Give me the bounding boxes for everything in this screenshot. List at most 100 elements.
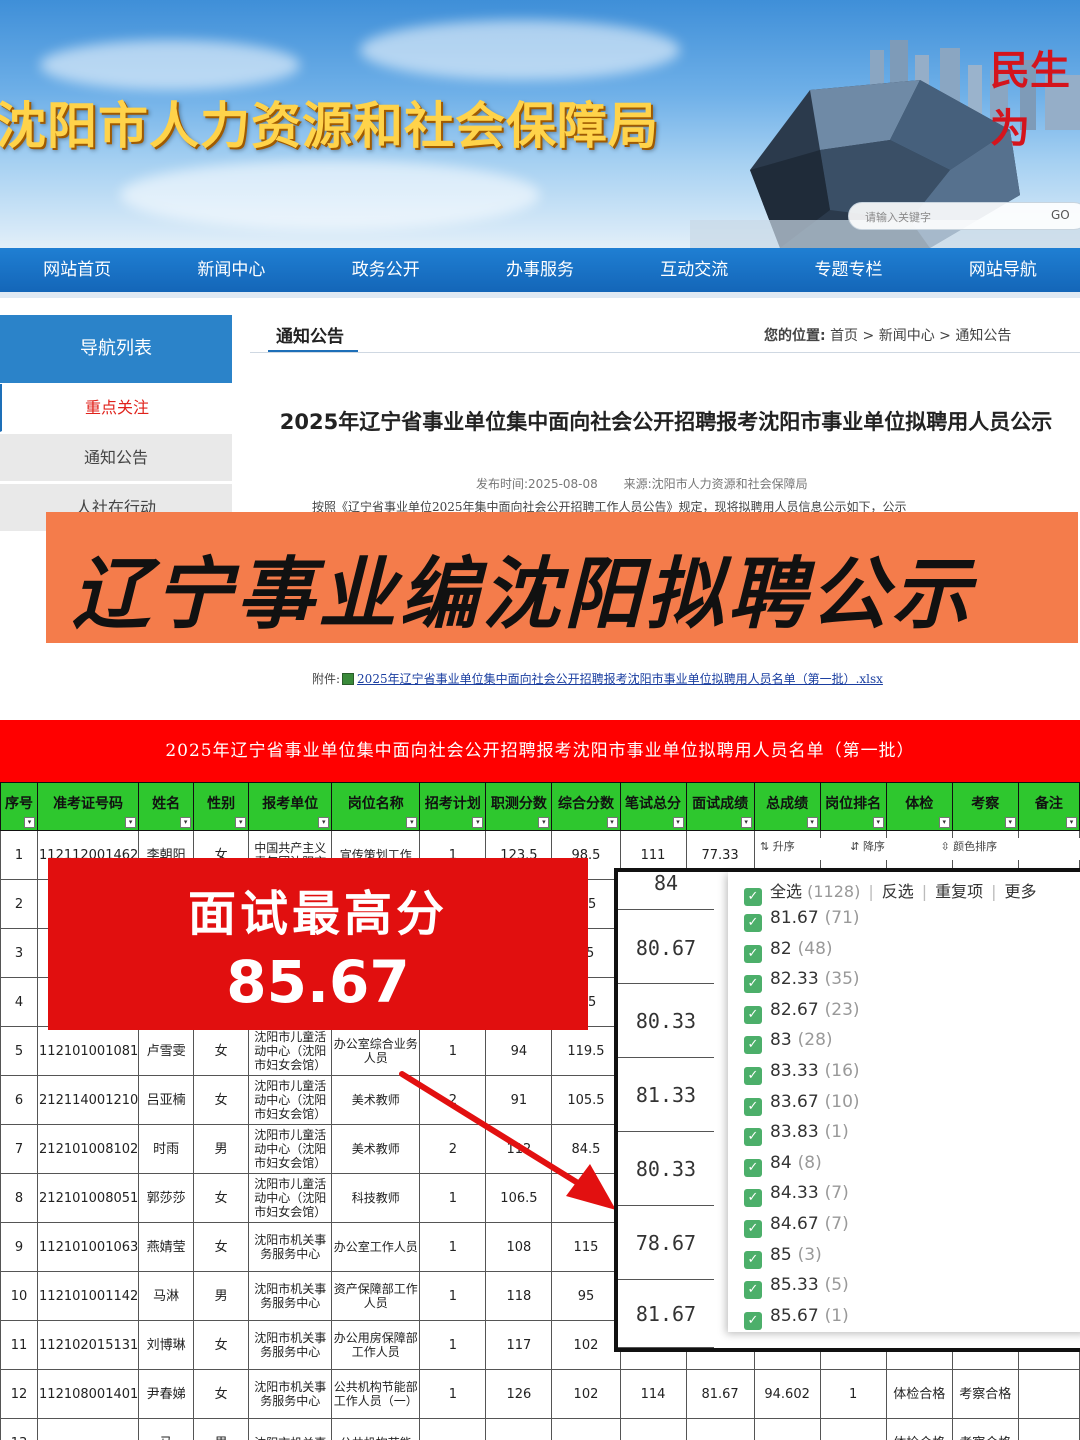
filter-option[interactable]: ✓ 83 (28) <box>744 1030 833 1055</box>
cell-seq[interactable]: 3 <box>0 928 39 978</box>
cell-seq[interactable]: 10 <box>0 1271 39 1321</box>
cell-seq[interactable]: 12 <box>0 1369 39 1419</box>
cell-plan[interactable]: 1 <box>419 1222 487 1272</box>
filter-option[interactable]: ✓ 83.83 (1) <box>744 1122 849 1147</box>
cell-exam-id[interactable]: 1121020151310 <box>37 1320 140 1370</box>
cell-medical[interactable]: 体检合格 <box>885 1418 953 1440</box>
cell-exam-id[interactable] <box>37 1418 140 1440</box>
sort-color-button[interactable]: ⇳ 颜色排序 <box>940 840 1023 853</box>
cell-exam-id[interactable]: 1121010011424 <box>37 1271 140 1321</box>
column-header-total-score[interactable]: 总成绩 ▾ <box>753 782 821 831</box>
filter-dropdown-icon[interactable]: ▾ <box>740 817 752 828</box>
cell-exam-id[interactable]: 2121010080513 <box>37 1173 140 1223</box>
cell-plan[interactable]: 1 <box>419 1271 487 1321</box>
invert-button[interactable]: 反选 <box>882 882 914 901</box>
cell-medical[interactable]: 体检合格 <box>885 1369 953 1419</box>
checkbox-checked-icon[interactable]: ✓ <box>744 1311 762 1330</box>
cell-seq[interactable]: 2 <box>0 879 39 929</box>
filter-dropdown-icon[interactable]: ▾ <box>606 817 618 828</box>
sort-desc-button[interactable]: ⇵ 降序 <box>850 840 911 853</box>
cell-name[interactable]: 马 <box>138 1418 195 1440</box>
sidebar-item-notices[interactable]: 通知公告 <box>0 434 232 482</box>
filter-dropdown-icon[interactable]: ▾ <box>180 817 192 828</box>
cell-written-total[interactable] <box>619 1418 687 1440</box>
cell-gender[interactable]: 女 <box>193 1222 250 1272</box>
cell-rank[interactable] <box>819 1418 887 1440</box>
cell-seq[interactable]: 13 <box>0 1418 39 1440</box>
column-header-rank[interactable]: 岗位排名 ▾ <box>819 782 887 831</box>
sidebar-item-focus[interactable]: 重点关注 <box>0 384 232 432</box>
cell-interview-score[interactable]: 81.67 <box>685 1369 755 1419</box>
filter-option[interactable]: ✓ 83.33 (16) <box>744 1061 860 1085</box>
cell-seq[interactable]: 4 <box>0 977 39 1027</box>
cell-position[interactable]: 公共机构节能部工作人员（一） <box>331 1369 421 1419</box>
cell-seq[interactable]: 5 <box>0 1026 39 1076</box>
more-button[interactable]: 更多 <box>1005 882 1037 901</box>
filter-option[interactable]: ✓ 84.33 (7) <box>744 1183 849 1208</box>
cell-gender[interactable]: 女 <box>193 1075 250 1125</box>
cell-unit[interactable]: 沈阳市儿童活动中心（沈阳市妇女会馆） <box>248 1026 333 1076</box>
nav-news[interactable]: 新闻中心 <box>154 248 308 292</box>
search-input[interactable]: 请输入关键字 <box>865 209 931 225</box>
column-header-gender[interactable]: 性别 ▾ <box>193 782 250 831</box>
column-header-review[interactable]: 考察 ▾ <box>951 782 1019 831</box>
filter-dropdown-icon[interactable]: ▾ <box>472 817 484 828</box>
cell-name[interactable]: 马淋 <box>138 1271 195 1321</box>
checkbox-checked-icon[interactable]: ✓ <box>744 1067 762 1085</box>
cell-comprehensive-score[interactable] <box>551 1418 621 1440</box>
checkbox-checked-icon[interactable]: ✓ <box>744 1128 762 1147</box>
filter-option[interactable]: ✓ 81.67 (71) <box>744 908 860 932</box>
cell-name[interactable]: 燕婧莹 <box>138 1222 195 1272</box>
cell-seq[interactable]: 9 <box>0 1222 39 1272</box>
column-header-comprehensive-score[interactable]: 综合分数 ▾ <box>551 782 621 831</box>
filter-dropdown-icon[interactable]: ▾ <box>1004 817 1016 828</box>
column-header-written-total[interactable]: 笔试总分 ▾ <box>619 782 687 831</box>
checkbox-checked-icon[interactable]: ✓ <box>744 1189 762 1208</box>
cell-unit[interactable]: 沈阳市儿童活动中心（沈阳市妇女会馆） <box>248 1173 333 1223</box>
cell-seq[interactable]: 6 <box>0 1075 39 1125</box>
checkbox-checked-icon[interactable]: ✓ <box>744 944 762 963</box>
cell-position[interactable]: 办公室工作人员 <box>331 1222 421 1272</box>
column-header-position[interactable]: 岗位名称 ▾ <box>331 782 421 831</box>
filter-dropdown-icon[interactable]: ▾ <box>672 817 684 828</box>
cell-name[interactable]: 尹春娣 <box>138 1369 195 1419</box>
filter-option[interactable]: ✓ 82.67 (23) <box>744 1000 860 1024</box>
cell-aptitude-score[interactable]: 108 <box>485 1222 553 1272</box>
filter-dropdown-icon[interactable]: ▾ <box>406 817 418 828</box>
filter-option[interactable]: ✓ 85 (3) <box>744 1245 822 1269</box>
search-button[interactable]: GO <box>1051 208 1070 222</box>
checkbox-checked-icon[interactable]: ✓ <box>744 1097 762 1116</box>
column-header-remarks[interactable]: 备注 ▾ <box>1017 782 1080 831</box>
column-header-interview-score[interactable]: 面试成绩 ▾ <box>685 782 755 831</box>
cell-unit[interactable]: 沈阳市机关事务服务中心 <box>248 1271 333 1321</box>
nav-home[interactable]: 网站首页 <box>0 248 154 292</box>
cell-name[interactable]: 郭莎莎 <box>138 1173 195 1223</box>
cell-remarks[interactable] <box>1017 1418 1080 1440</box>
filter-option[interactable]: ✓ 84.67 (7) <box>744 1214 849 1238</box>
checkbox-checked-icon[interactable]: ✓ <box>744 1250 762 1269</box>
cell-comprehensive-score[interactable]: 95 <box>551 1271 621 1321</box>
nav-topics[interactable]: 专题专栏 <box>771 248 925 292</box>
cell-unit[interactable]: 沈阳市机关事 <box>248 1418 333 1440</box>
nav-sitemap[interactable]: 网站导航 <box>926 248 1080 292</box>
cell-name[interactable]: 卢雪雯 <box>138 1026 195 1076</box>
cell-position[interactable]: 公共机构节能 <box>331 1418 421 1440</box>
filter-option[interactable]: ✓ 82.33 (35) <box>744 969 860 994</box>
nav-services[interactable]: 办事服务 <box>463 248 617 292</box>
cell-gender[interactable]: 女 <box>193 1173 250 1223</box>
cell-seq[interactable]: 1 <box>0 830 39 880</box>
filter-dropdown-icon[interactable]: ▾ <box>538 817 550 828</box>
cell-unit[interactable]: 沈阳市机关事务服务中心 <box>248 1320 333 1370</box>
cell-seq[interactable]: 7 <box>0 1124 39 1174</box>
cell-unit[interactable]: 沈阳市机关事务服务中心 <box>248 1369 333 1419</box>
filter-option[interactable]: ✓ 85.67 (1) <box>744 1306 849 1330</box>
cell-exam-id[interactable]: 1121010010630 <box>37 1222 140 1272</box>
checkbox-checked-icon[interactable]: ✓ <box>744 888 762 906</box>
cell-name[interactable]: 时雨 <box>138 1124 195 1174</box>
cell-seq[interactable]: 11 <box>0 1320 39 1370</box>
search-box[interactable]: 请输入关键字 GO <box>848 202 1080 230</box>
breadcrumb-path[interactable]: 首页 > 新闻中心 > 通知公告 <box>830 328 1011 344</box>
cell-comprehensive-score[interactable]: 102 <box>551 1369 621 1419</box>
filter-dropdown-icon[interactable]: ▾ <box>806 817 818 828</box>
filter-option[interactable]: ✓ 84 (8) <box>744 1153 822 1177</box>
